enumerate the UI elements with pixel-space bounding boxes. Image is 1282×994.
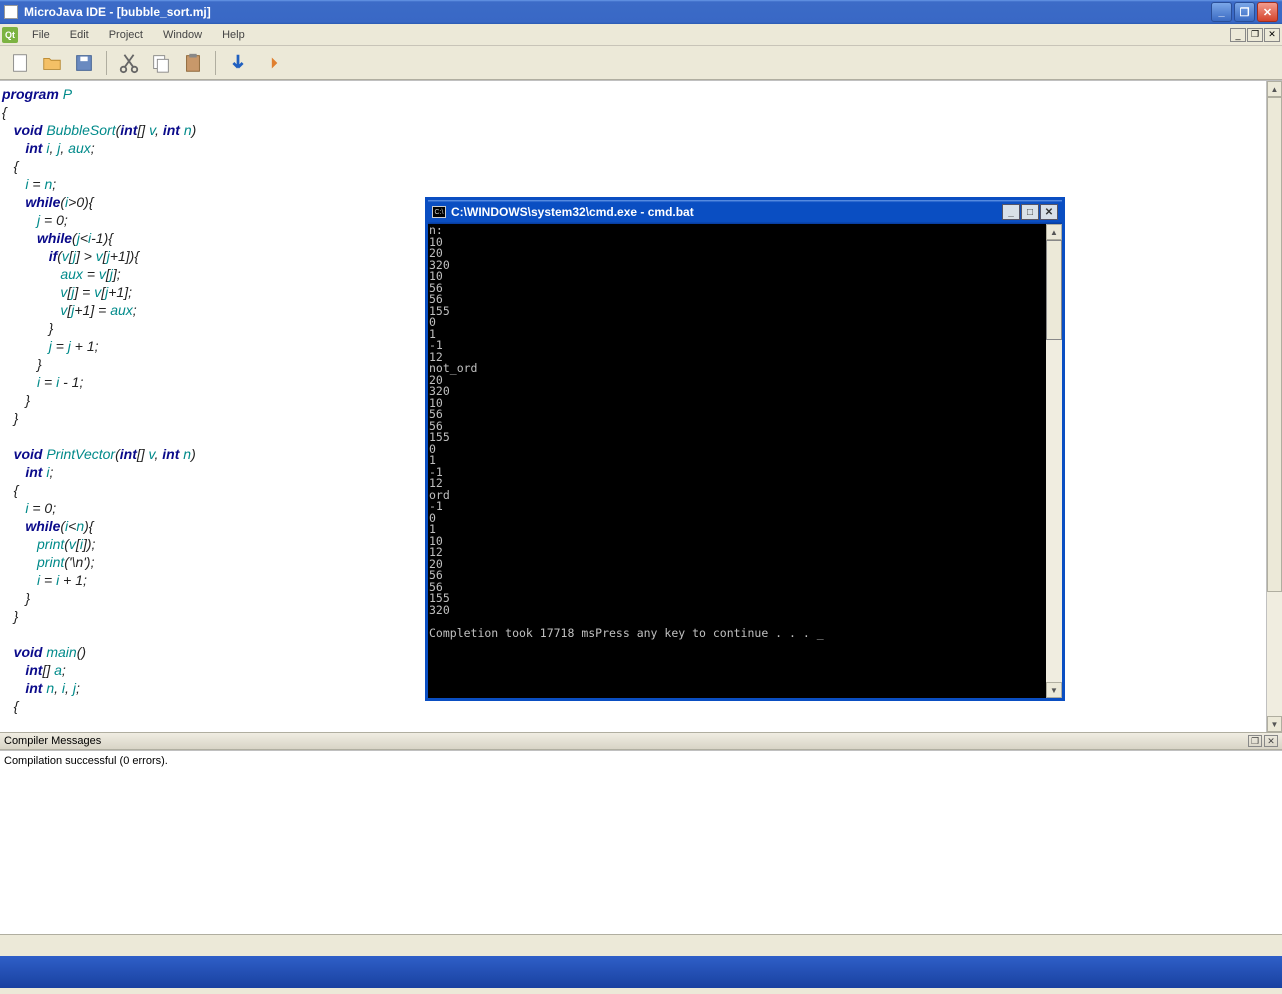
mdi-close-button[interactable]: ✕	[1264, 28, 1280, 42]
copy-icon	[150, 52, 172, 74]
menu-project[interactable]: Project	[99, 27, 153, 43]
mdi-restore-button[interactable]: ❐	[1247, 28, 1263, 42]
save-file-icon	[73, 52, 95, 74]
statusbar	[0, 934, 1282, 956]
compiler-messages: Compilation successful (0 errors).	[0, 750, 1282, 934]
open-file-icon	[41, 52, 63, 74]
paste-button[interactable]	[179, 49, 207, 77]
cut-button[interactable]	[115, 49, 143, 77]
debug-icon	[259, 52, 281, 74]
console-scrollbar[interactable]: ▲ ▼	[1046, 224, 1062, 698]
save-file-button[interactable]	[70, 49, 98, 77]
console-minimize-button[interactable]: _	[1002, 204, 1020, 220]
new-file-button[interactable]	[6, 49, 34, 77]
menu-help[interactable]: Help	[212, 27, 255, 43]
cmd-icon: C:\	[432, 206, 446, 218]
console-output: n: 10 20 320 10 56 56 155 0 1 -1 12 not_…	[428, 224, 1046, 698]
console-scroll-thumb[interactable]	[1046, 240, 1062, 340]
scroll-up-button[interactable]: ▲	[1267, 81, 1282, 97]
toolbar	[0, 46, 1282, 80]
taskbar	[0, 956, 1282, 988]
cut-icon	[118, 52, 140, 74]
editor-scrollbar[interactable]: ▲ ▼	[1266, 81, 1282, 732]
menu-file[interactable]: File	[22, 27, 60, 43]
console-maximize-button[interactable]: □	[1021, 204, 1039, 220]
editor-area: program P{ void BubbleSort(int[] v, int …	[0, 80, 1282, 732]
copy-button[interactable]	[147, 49, 175, 77]
open-file-button[interactable]	[38, 49, 66, 77]
minimize-button[interactable]: _	[1211, 2, 1232, 22]
menubar: Qt File Edit Project Window Help _ ❐ ✕	[0, 24, 1282, 46]
panel-close-button[interactable]: ✕	[1264, 735, 1278, 747]
close-button[interactable]: ✕	[1257, 2, 1278, 22]
menu-edit[interactable]: Edit	[60, 27, 99, 43]
window-title: MicroJava IDE - [bubble_sort.mj]	[24, 5, 1211, 19]
scroll-down-button[interactable]: ▼	[1267, 716, 1282, 732]
compiler-panel-header: Compiler Messages ❐ ✕	[0, 732, 1282, 750]
compiler-message-text: Compilation successful (0 errors).	[4, 755, 1278, 767]
console-title: C:\WINDOWS\system32\cmd.exe - cmd.bat	[451, 205, 1002, 219]
titlebar: MicroJava IDE - [bubble_sort.mj] _ ❐ ✕	[0, 0, 1282, 24]
console-window: C:\ C:\WINDOWS\system32\cmd.exe - cmd.ba…	[425, 197, 1065, 701]
run-icon	[227, 52, 249, 74]
qt-icon: Qt	[2, 27, 18, 43]
debug-button[interactable]	[256, 49, 284, 77]
menu-window[interactable]: Window	[153, 27, 212, 43]
console-titlebar[interactable]: C:\ C:\WINDOWS\system32\cmd.exe - cmd.ba…	[428, 200, 1062, 224]
run-button[interactable]	[224, 49, 252, 77]
maximize-button[interactable]: ❐	[1234, 2, 1255, 22]
paste-icon	[182, 52, 204, 74]
mdi-minimize-button[interactable]: _	[1230, 28, 1246, 42]
console-scroll-down-button[interactable]: ▼	[1046, 682, 1062, 698]
compiler-panel-title: Compiler Messages	[4, 735, 1246, 747]
new-file-icon	[9, 52, 31, 74]
app-icon	[4, 5, 18, 19]
console-close-button[interactable]: ✕	[1040, 204, 1058, 220]
panel-restore-button[interactable]: ❐	[1248, 735, 1262, 747]
console-scroll-up-button[interactable]: ▲	[1046, 224, 1062, 240]
